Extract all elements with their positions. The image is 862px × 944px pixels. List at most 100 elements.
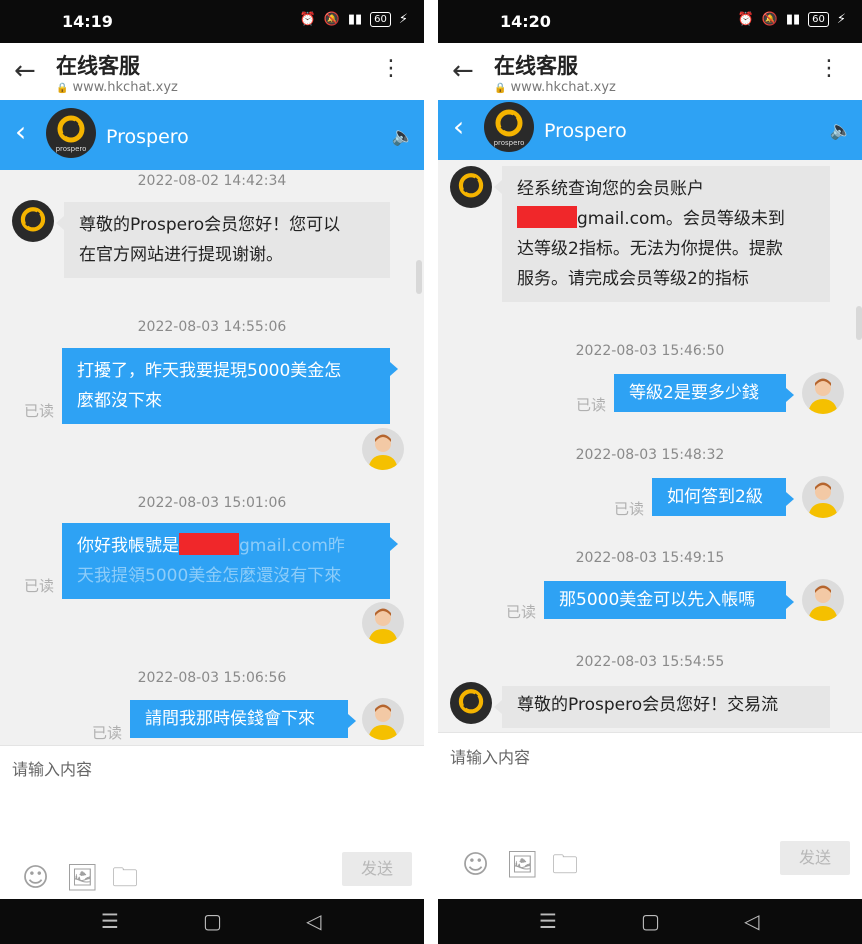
url-text: www.hkchat.xyz: [510, 80, 616, 95]
user-avatar: [802, 579, 844, 621]
home-icon[interactable]: ▢: [641, 909, 660, 933]
signal-icon: ▮▮: [785, 12, 801, 27]
smiley-icon[interactable]: ☺: [462, 851, 489, 879]
user-avatar: [802, 476, 844, 518]
read-status: 已读: [576, 396, 607, 414]
message-text: 麼都沒下來: [77, 391, 162, 411]
user-avatar-icon: [368, 434, 398, 470]
menu-icon[interactable]: ☰: [539, 909, 557, 933]
battery-icon: 60: [808, 12, 829, 27]
read-status: 已读: [24, 577, 55, 595]
message-timestamp: 2022-08-03 15:48:32: [575, 447, 725, 463]
status-icons: ⏰ 🔕 ▮▮ 60 ⚡: [299, 12, 408, 27]
url-text: www.hkchat.xyz: [72, 80, 178, 95]
message-bubble-outgoing: 請問我那時侯錢會下來: [130, 700, 356, 738]
read-status: 已读: [506, 603, 537, 621]
user-avatar: [802, 372, 844, 414]
message-text: 达等级2指标。无法为你提供。提款: [517, 239, 783, 259]
status-icons: ⏰ 🔕 ▮▮ 60 ⚡: [737, 12, 846, 27]
alarm-icon: ⏰: [299, 12, 316, 27]
alarm-icon: ⏰: [737, 12, 754, 27]
arrow-left-icon[interactable]: ←: [452, 56, 474, 86]
status-bar: 14:19 ⏰ 🔕 ▮▮ 60 ⚡: [0, 0, 424, 43]
redaction-block: [517, 206, 577, 228]
chat-contact-name: Prospero: [544, 120, 627, 142]
message-text: 等級2是要多少錢: [629, 383, 759, 403]
user-avatar-icon: [808, 585, 838, 621]
message-bubble-outgoing: 如何答到2級: [652, 478, 794, 516]
mute-icon: 🔕: [323, 12, 340, 27]
folder-icon[interactable]: 🗀: [112, 864, 138, 892]
read-status: 已读: [24, 402, 55, 420]
send-button[interactable]: 发送: [780, 841, 850, 875]
chevron-left-icon[interactable]: ‹: [453, 112, 464, 142]
message-list[interactable]: 2022-08-02 14:42:34 尊敬的Prospero会员您好！您可以 …: [0, 170, 424, 745]
read-status: 已读: [614, 500, 645, 518]
message-text: 天我提領5000美金怎麼還沒有下來: [77, 566, 342, 586]
message-bubble-outgoing: 打擾了，昨天我要提現5000美金怎 麼都沒下來: [62, 348, 398, 424]
logo-text: prospero: [56, 145, 87, 153]
triangle-back-icon[interactable]: ◁: [744, 909, 759, 933]
arrow-left-icon[interactable]: ←: [14, 56, 36, 86]
message-text: 服务。请完成会员等级2的指标: [517, 269, 749, 289]
message-bubble-incoming: 经系统查询您的会员账户 gmail.com。会员等级未到 达等级2指标。无法为你…: [494, 166, 830, 302]
kebab-menu-icon[interactable]: ⋮: [380, 57, 402, 81]
browser-url[interactable]: 🔒 www.hkchat.xyz: [56, 80, 178, 95]
kebab-menu-icon[interactable]: ⋮: [818, 57, 840, 81]
menu-icon[interactable]: ☰: [101, 909, 119, 933]
prospero-logo: prospero: [484, 102, 534, 152]
chevron-left-icon[interactable]: ‹: [15, 117, 26, 147]
message-timestamp: 2022-08-03 15:49:15: [575, 550, 725, 566]
message-text: 打擾了，昨天我要提現5000美金怎: [77, 361, 342, 381]
message-list[interactable]: 经系统查询您的会员账户 gmail.com。会员等级未到 达等级2指标。无法为你…: [438, 160, 862, 732]
input-area: 请输入内容 ☺ 🖼 🗀 发送: [0, 745, 424, 900]
speaker-icon[interactable]: 🔈: [830, 120, 852, 141]
user-avatar: [362, 602, 404, 644]
send-button[interactable]: 发送: [342, 852, 412, 886]
user-avatar-icon: [808, 482, 838, 518]
message-timestamp: 2022-08-03 15:46:50: [575, 343, 725, 359]
message-text: 尊敬的Prospero会员您好！您可以: [79, 215, 341, 235]
message-input[interactable]: 请输入内容: [12, 756, 92, 780]
agent-avatar: [12, 200, 54, 242]
user-avatar: [362, 428, 404, 470]
status-bar: 14:20 ⏰ 🔕 ▮▮ 60 ⚡: [438, 0, 862, 43]
phone-screen-right: 14:20 ⏰ 🔕 ▮▮ 60 ⚡ ← 在线客服 🔒 www.hkchat.xyz…: [438, 0, 862, 944]
image-icon[interactable]: 🖼: [506, 851, 539, 879]
message-timestamp: 2022-08-03 15:01:06: [137, 495, 287, 511]
logo-mark: prospero: [494, 109, 525, 147]
system-nav-bar: ☰ ▢ ◁: [438, 899, 862, 944]
message-bubble-incoming: 尊敬的Prospero会员您好！交易流: [494, 686, 830, 728]
scrollbar-thumb[interactable]: [856, 306, 862, 340]
home-icon[interactable]: ▢: [203, 909, 222, 933]
charging-icon: ⚡: [398, 12, 408, 27]
message-timestamp: 2022-08-02 14:42:34: [137, 173, 287, 189]
logo-mark: [20, 207, 46, 232]
message-text: 如何答到2級: [667, 487, 763, 507]
message-bubble-incoming: 尊敬的Prospero会员您好！您可以 在官方网站进行提现谢谢。: [56, 202, 390, 278]
chat-contact-name: Prospero: [106, 126, 189, 148]
smiley-icon[interactable]: ☺: [22, 864, 49, 892]
browser-bar: ← 在线客服 🔒 www.hkchat.xyz ⋮: [0, 43, 424, 100]
signal-icon: ▮▮: [347, 12, 363, 27]
message-input[interactable]: 请输入内容: [450, 744, 530, 768]
folder-icon[interactable]: 🗀: [552, 851, 578, 879]
input-area: 请输入内容 ☺ 🖼 🗀 发送: [438, 732, 862, 900]
battery-icon: 60: [370, 12, 391, 27]
triangle-back-icon[interactable]: ◁: [306, 909, 321, 933]
scrollbar-thumb[interactable]: [416, 260, 422, 294]
redaction-block: [179, 533, 239, 555]
message-bubble-outgoing: 等級2是要多少錢: [614, 374, 794, 412]
browser-url[interactable]: 🔒 www.hkchat.xyz: [494, 80, 616, 95]
message-text: 那5000美金可以先入帳嗎: [559, 590, 756, 610]
lock-icon: 🔒: [494, 83, 507, 94]
message-timestamp: 2022-08-03 14:55:06: [137, 319, 287, 335]
chat-header: ‹ prospero Prospero 🔈: [0, 100, 424, 170]
message-timestamp: 2022-08-03 15:54:55: [575, 654, 725, 670]
charging-icon: ⚡: [836, 12, 846, 27]
speaker-icon[interactable]: 🔈: [392, 126, 414, 147]
logo-text: prospero: [494, 139, 525, 147]
browser-title: 在线客服: [56, 54, 140, 78]
logo-mark: [458, 173, 484, 198]
image-icon[interactable]: 🖼: [66, 864, 99, 892]
